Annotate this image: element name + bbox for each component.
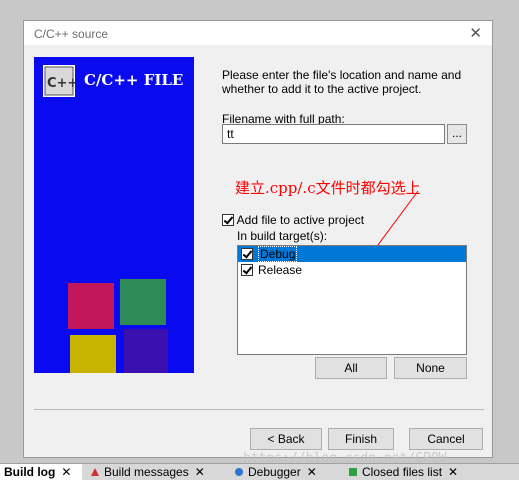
- cpp-logo-icon: C++: [43, 65, 75, 97]
- all-button[interactable]: All: [315, 357, 387, 379]
- dialog-title: C/C++ source: [34, 27, 109, 41]
- tab-label: Debugger: [248, 465, 301, 479]
- wizard-banner: C++ C/C++ FILE: [34, 57, 194, 373]
- finish-button[interactable]: Finish: [328, 428, 394, 450]
- tab-close-icon[interactable]: ✕: [61, 465, 71, 479]
- tab-closed-files-list[interactable]: Closed files list ✕: [344, 464, 494, 480]
- debugger-icon: [235, 468, 243, 476]
- banner-title: C/C++ FILE: [84, 71, 184, 89]
- target-label: Release: [258, 263, 303, 277]
- target-item-debug[interactable]: Debug: [238, 246, 466, 262]
- build-targets-label: In build target(s):: [237, 229, 328, 243]
- tab-close-icon[interactable]: ✕: [448, 465, 458, 479]
- tab-build-log[interactable]: Build log ✕: [0, 464, 82, 480]
- tab-close-icon[interactable]: ✕: [307, 465, 317, 479]
- logo-text: C++: [47, 76, 75, 91]
- tab-close-icon[interactable]: ✕: [195, 465, 205, 479]
- none-button[interactable]: None: [394, 357, 467, 379]
- tab-label: Closed files list: [362, 465, 443, 479]
- filename-input[interactable]: tt: [222, 124, 445, 144]
- browse-button[interactable]: ...: [447, 124, 467, 144]
- back-button[interactable]: < Back: [250, 428, 322, 450]
- add-to-project-checkbox[interactable]: Add file to active project: [222, 213, 364, 227]
- tab-build-messages[interactable]: Build messages ✕: [86, 464, 226, 480]
- closed-files-icon: [349, 468, 357, 476]
- intro-text: Please enter the file's location and nam…: [222, 68, 462, 96]
- bottom-tab-bar: Build log ✕ Build messages ✕ Debugger ✕ Clo…: [0, 463, 519, 480]
- separator: [34, 409, 484, 410]
- checkbox-checked-icon[interactable]: [241, 248, 253, 260]
- cpp-source-dialog: C/C++ source ✕ C++ C/C++ FILE Please ent…: [23, 20, 493, 458]
- build-target-list[interactable]: Debug Release: [237, 245, 467, 355]
- target-label: Debug: [258, 246, 298, 262]
- tab-debugger[interactable]: Debugger ✕: [230, 464, 340, 480]
- title-bar: C/C++ source ✕: [24, 21, 492, 45]
- tab-label: Build log: [4, 465, 56, 479]
- cubes-graphic-icon: [68, 279, 168, 373]
- cancel-button[interactable]: Cancel: [409, 428, 483, 450]
- tab-label: Build messages: [104, 465, 189, 479]
- target-item-release[interactable]: Release: [238, 262, 466, 278]
- close-icon[interactable]: ✕: [469, 24, 482, 42]
- build-messages-icon: [91, 468, 99, 476]
- checkbox-checked-icon[interactable]: [222, 214, 234, 226]
- add-to-project-label: Add file to active project: [236, 213, 365, 227]
- checkbox-checked-icon[interactable]: [241, 264, 253, 276]
